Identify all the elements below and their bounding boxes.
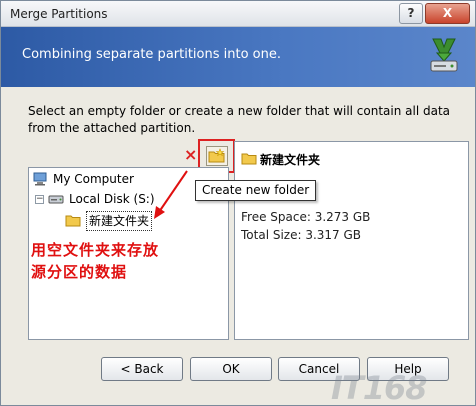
tree-item-label: Local Disk (S:) (69, 192, 155, 206)
computer-icon (33, 172, 47, 186)
instruction-text: Select an empty folder or create a new f… (28, 104, 451, 135)
merge-partitions-dialog: Merge Partitions ? X Combining separate … (0, 0, 476, 406)
title-close-button[interactable]: X (425, 3, 470, 24)
folder-info-panel: 新建文件夹 Free Space: 3.273 GB Total Size: 3… (234, 141, 469, 340)
title-help-button[interactable]: ? (399, 3, 423, 24)
folder-icon (241, 153, 257, 165)
create-folder-tooltip: Create new folder (195, 180, 317, 201)
back-button[interactable]: < Back (101, 357, 183, 381)
window-title: Merge Partitions (10, 7, 108, 21)
new-folder-icon[interactable] (206, 146, 228, 166)
banner-text: Combining separate partitions into one. (22, 47, 281, 62)
delete-folder-icon[interactable]: × (184, 147, 197, 163)
annotation-line: 用空文件夹来存放 (31, 241, 160, 259)
title-bar[interactable]: Merge Partitions ? X (1, 1, 475, 27)
watermark-logo: IT168 (331, 369, 428, 406)
total-size-text: Total Size: 3.317 GB (241, 228, 362, 242)
disk-drive-icon (48, 195, 64, 204)
folder-icon (65, 215, 81, 227)
annotation-line: 源分区的数据 (31, 263, 128, 281)
ok-button[interactable]: OK (190, 357, 272, 381)
info-folder-title: 新建文件夹 (260, 153, 321, 167)
annotation-text: 用空文件夹来存放 源分区的数据 (31, 239, 159, 283)
free-space-text: Free Space: 3.273 GB (241, 210, 371, 224)
merge-drive-icon (430, 38, 458, 72)
tree-item-label: My Computer (53, 172, 134, 186)
collapse-expander[interactable]: − (35, 195, 44, 204)
wizard-banner: Combining separate partitions into one. (1, 27, 475, 87)
tree-item-label: 新建文件夹 (86, 211, 153, 231)
